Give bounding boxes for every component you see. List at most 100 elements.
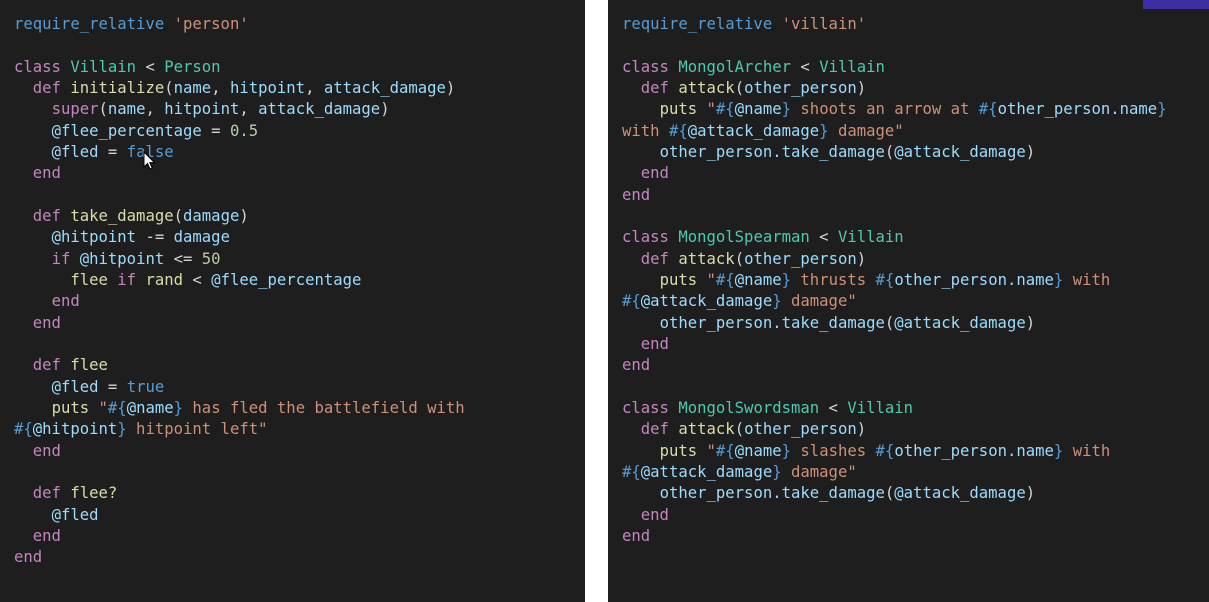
- code-token: take_damage: [70, 206, 174, 225]
- code-token: has fled the battlefield with: [183, 398, 465, 417]
- code-token: =: [98, 142, 127, 161]
- code-token: end: [51, 292, 80, 311]
- code-token: ": [706, 270, 716, 289]
- code-token: class: [622, 57, 669, 76]
- code-line: other_person.take_damage(@attack_damage): [622, 142, 1209, 163]
- code-token: Villain: [847, 398, 914, 417]
- code-token: @attack_damage: [894, 313, 1026, 332]
- code-panel-villain[interactable]: require_relative 'person' class Villain <…: [0, 0, 585, 602]
- code-token: attack: [678, 420, 735, 439]
- code-token: with: [622, 121, 669, 140]
- code-token: (: [164, 78, 174, 97]
- code-token: end: [622, 526, 651, 545]
- code-token: attack_damage: [323, 78, 446, 97]
- code-token: class: [622, 398, 669, 417]
- code-token: (: [734, 78, 745, 97]
- code-line: class MongolSpearman < Villain: [622, 227, 1209, 248]
- code-token: end: [14, 548, 43, 567]
- code-line: class MongolSwordsman < Villain: [622, 398, 1209, 419]
- mouse-pointer-icon: [143, 151, 156, 170]
- code-token: ): [856, 78, 867, 97]
- code-line: def attack(other_person): [622, 78, 1209, 99]
- code-token: def: [32, 356, 61, 375]
- corner-tab: [1143, 0, 1209, 9]
- code-line: end: [14, 163, 585, 184]
- code-token: (: [734, 249, 745, 268]
- code-token: name: [173, 78, 212, 97]
- code-token: @hitpoint: [51, 228, 137, 247]
- code-line: if @hitpoint <= 50: [14, 249, 585, 270]
- code-token: #{: [875, 270, 895, 289]
- code-token: ): [380, 100, 390, 119]
- code-token: 0.5: [229, 121, 259, 140]
- code-token: #{: [107, 398, 127, 417]
- code-line: puts "#{@name} slashes #{other_person.na…: [622, 441, 1209, 462]
- code-line: end: [622, 505, 1209, 526]
- code-token: =: [201, 121, 230, 140]
- code-token: hitpoint left": [126, 420, 268, 439]
- code-token: @attack_damage: [894, 484, 1026, 503]
- code-token: def: [32, 206, 61, 225]
- code-token: flee?: [70, 484, 118, 503]
- code-block-mongol-units: require_relative 'villain' class MongolAr…: [622, 14, 1209, 547]
- code-token: require_relative: [14, 15, 165, 33]
- code-token: }: [173, 398, 184, 417]
- code-token: }: [117, 420, 127, 439]
- code-token: with: [1063, 270, 1111, 289]
- code-token: def: [32, 78, 61, 97]
- code-token: MongolSpearman: [678, 228, 810, 247]
- code-line: class Villain < Person: [14, 57, 585, 78]
- code-token: true: [126, 377, 165, 396]
- code-token: }: [772, 462, 782, 481]
- code-line: #{@hitpoint} hitpoint left": [14, 419, 585, 440]
- code-token: @name: [734, 270, 782, 289]
- code-token: #{: [14, 420, 33, 439]
- code-token: end: [640, 164, 669, 183]
- code-line: def take_damage(damage): [14, 206, 585, 227]
- code-token: name: [107, 100, 146, 119]
- code-token: other_person.name: [997, 100, 1158, 119]
- code-token: #{: [715, 441, 735, 460]
- code-line: end: [14, 526, 585, 547]
- code-token: }: [1053, 441, 1064, 460]
- code-token: other_person: [744, 78, 857, 97]
- code-token: end: [32, 313, 61, 332]
- code-token: @hitpoint: [79, 249, 165, 268]
- code-token: def: [640, 249, 669, 268]
- code-token: flee: [70, 356, 108, 375]
- code-token: }: [819, 121, 829, 140]
- code-token: end: [640, 505, 669, 524]
- code-token: def: [640, 420, 669, 439]
- code-line: @fled = false: [14, 142, 585, 163]
- code-token: require_relative: [622, 15, 773, 33]
- code-token: @name: [734, 100, 782, 119]
- code-token: attack: [678, 249, 735, 268]
- code-token: damage": [828, 121, 904, 140]
- code-token: damage": [781, 292, 857, 311]
- code-line: super(name, hitpoint, attack_damage): [14, 99, 585, 120]
- code-token: <: [183, 270, 212, 289]
- code-panel-mongol-units[interactable]: require_relative 'villain' class MongolAr…: [608, 0, 1209, 602]
- code-token: #{: [978, 100, 998, 119]
- code-line: end: [622, 526, 1209, 547]
- code-token: attack_damage: [258, 100, 381, 119]
- code-token: ,: [211, 78, 230, 97]
